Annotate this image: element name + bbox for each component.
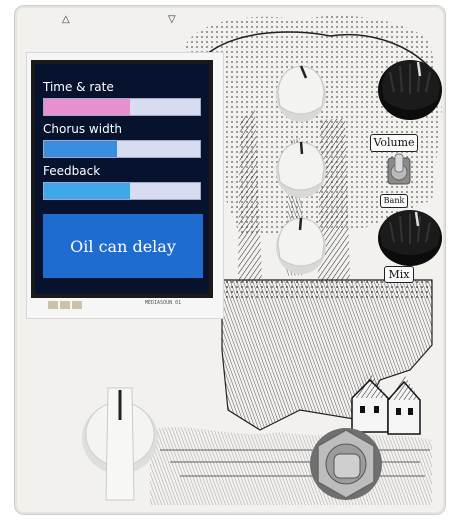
volume-knob[interactable] xyxy=(374,52,450,122)
param-label-time-rate: Time & rate xyxy=(43,80,114,94)
param-label-chorus-width: Chorus width xyxy=(43,122,123,136)
volume-label: Volume xyxy=(370,134,418,152)
chorus-width-bar xyxy=(43,140,201,158)
feedback-bar-fill xyxy=(44,183,130,199)
flex-cable xyxy=(48,301,82,309)
input-marker-icon: △ xyxy=(62,14,70,25)
white-knob-1[interactable] xyxy=(276,65,326,122)
feedback-bar xyxy=(43,182,201,200)
white-knob-2[interactable] xyxy=(276,141,326,198)
time-rate-bar-fill xyxy=(44,99,130,115)
display-screen: Time & rate Chorus width Feedback Oil ca… xyxy=(31,60,213,298)
chorus-width-bar-fill xyxy=(44,141,118,157)
mix-knob[interactable] xyxy=(372,204,448,268)
white-knob-3[interactable] xyxy=(276,217,326,274)
flex-cable-label: MEDIASOUN 01 xyxy=(145,300,182,306)
selector-knob[interactable] xyxy=(78,380,162,506)
bank-label: Bank xyxy=(380,194,408,208)
mix-label: Mix xyxy=(384,266,414,283)
preset-name: Oil can delay xyxy=(43,214,203,278)
white-knob-column xyxy=(276,65,326,274)
time-rate-bar xyxy=(43,98,201,116)
output-marker-icon: ▽ xyxy=(168,14,176,25)
param-label-feedback: Feedback xyxy=(43,164,101,178)
footswitch[interactable] xyxy=(304,418,386,506)
bank-toggle-switch[interactable] xyxy=(384,150,414,194)
